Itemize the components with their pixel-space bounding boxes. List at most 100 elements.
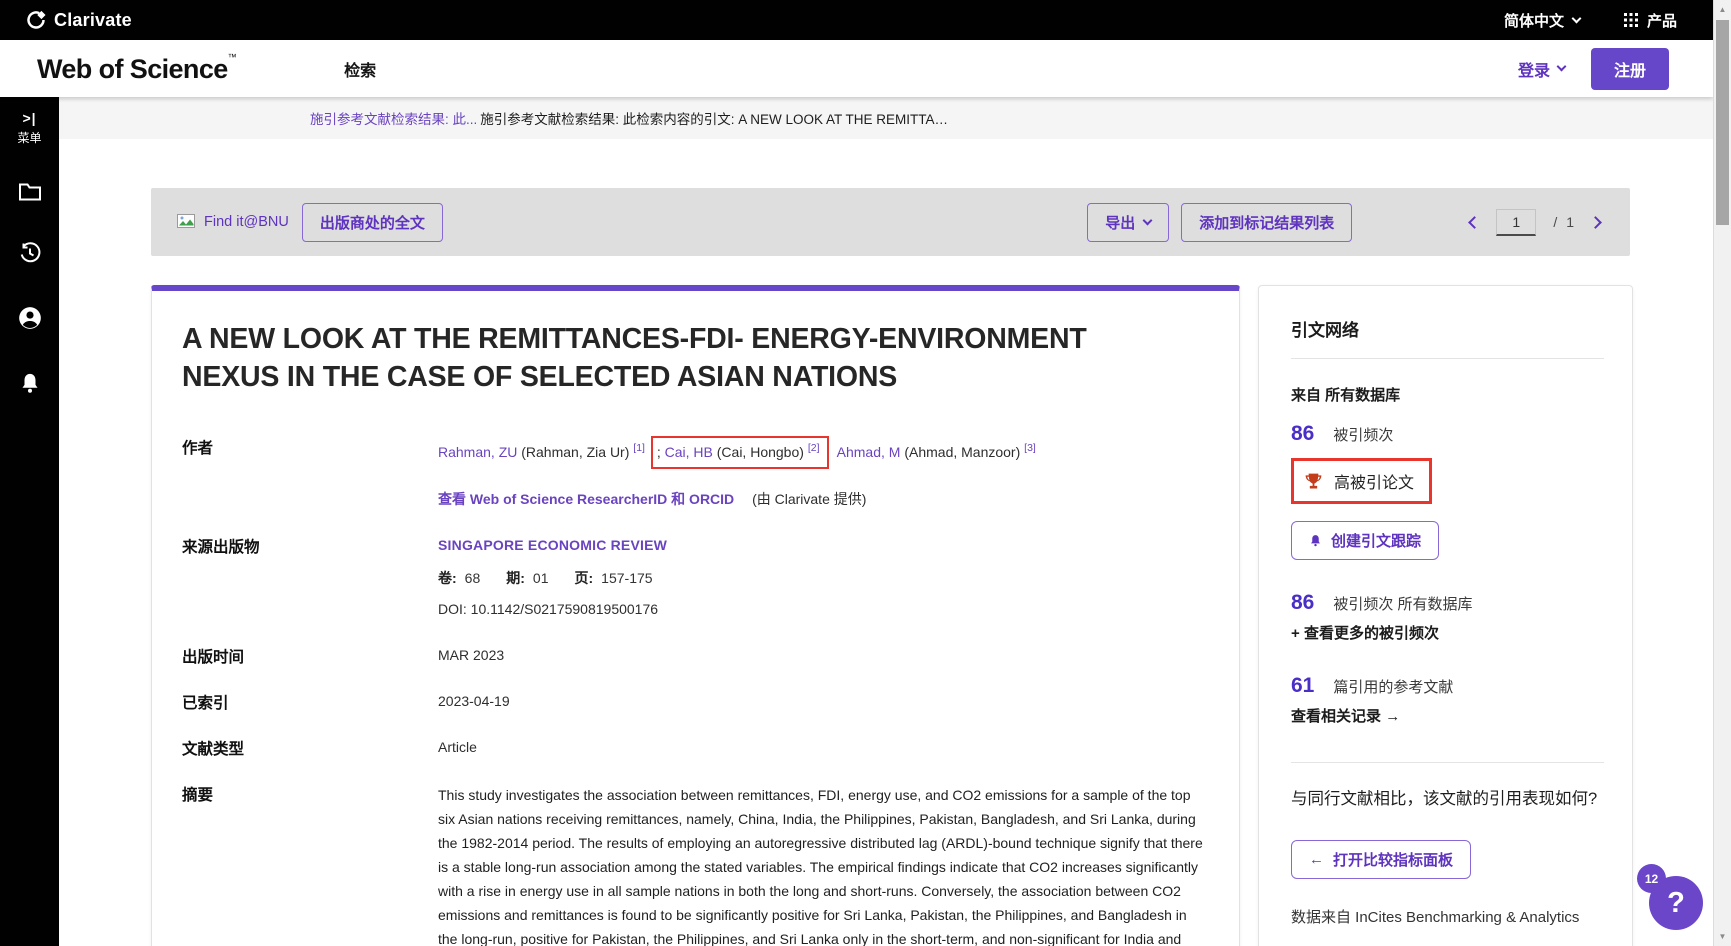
authors-row: 作者 Rahman, ZU (Rahman, Zia Ur) [1] ; Cai… (182, 436, 1203, 510)
researcher-id-note: (由 Clarivate 提供) (752, 491, 866, 507)
arrow-right-icon: → (1385, 708, 1400, 725)
cited-references-count[interactable]: 61 (1291, 674, 1314, 698)
times-cited-row: 86 被引频次 (1291, 422, 1604, 446)
export-label: 导出 (1105, 212, 1135, 233)
question-icon: ? (1667, 887, 1685, 920)
all-db-cited-row: 86 被引频次 所有数据库 (1291, 591, 1604, 615)
author-affiliation-sup[interactable]: [1] (633, 442, 645, 454)
record-toolbar: Find it@BNU 出版商处的全文 导出 添加到标记结果列表 / 1 (151, 188, 1630, 256)
chevron-down-icon (1557, 62, 1567, 72)
scrollbar-thumb[interactable] (1716, 20, 1729, 225)
doctype-value: Article (438, 737, 477, 759)
web-of-science-logo[interactable]: Web of Science™ (37, 52, 236, 85)
next-page-icon[interactable] (1589, 216, 1602, 229)
volume-issue-pages: 卷: 68 期: 01 页: 157-175 (438, 568, 671, 590)
language-selector[interactable]: 简体中文 (1504, 10, 1580, 31)
site-header: Web of Science™ 检索 登录 注册 (0, 40, 1713, 97)
related-records-link[interactable]: 查看相关记录 → (1291, 705, 1604, 726)
author-fullname: (Rahman, Zia Ur) (521, 444, 629, 460)
published-row: 出版时间 MAR 2023 (182, 645, 1203, 667)
nav-tab-search[interactable]: 检索 (344, 57, 376, 81)
vertical-scrollbar[interactable]: ▲ ▼ (1713, 0, 1731, 946)
pagination-separator: / (1553, 214, 1557, 230)
from-all-databases: 来自 所有数据库 (1291, 384, 1604, 405)
add-to-marked-list-button[interactable]: 添加到标记结果列表 (1181, 203, 1352, 242)
peer-comparison-question: 与同行文献相比，该文献的引用表现如何? (1291, 787, 1604, 813)
page-content: 施引参考文献检索结果: 此... 施引参考文献检索结果: 此检索内容的引文: A… (59, 97, 1713, 946)
divider (1291, 762, 1604, 763)
arrow-left-icon: ← (1309, 851, 1324, 868)
all-db-cited-label: 被引频次 所有数据库 (1333, 593, 1472, 614)
broken-image-icon (177, 214, 197, 230)
doi-value: 10.1142/S0217590819500176 (471, 601, 658, 617)
highlighted-author-box: ; Cai, HB (Cai, Hongbo) [2] (651, 436, 829, 469)
cited-references-row: 61 篇引用的参考文献 (1291, 674, 1604, 698)
journal-link[interactable]: SINGAPORE ECONOMIC REVIEW (438, 535, 671, 557)
clarivate-logo-icon (26, 10, 46, 30)
publisher-fulltext-button[interactable]: 出版商处的全文 (302, 203, 443, 242)
indexed-value: 2023-04-19 (438, 691, 510, 713)
login-menu[interactable]: 登录 (1518, 57, 1565, 81)
pagination: / 1 (1470, 209, 1600, 236)
source-label: 来源出版物 (182, 535, 438, 621)
author-affiliation-sup[interactable]: [3] (1024, 442, 1036, 454)
create-citation-alert-button[interactable]: 创建引文跟踪 (1291, 521, 1439, 560)
abstract-text: This study investigates the association … (438, 783, 1203, 946)
doctype-label: 文献类型 (182, 737, 438, 759)
folder-icon[interactable] (18, 181, 42, 206)
logo-text: Web of Science (37, 54, 228, 84)
researcher-id-link[interactable]: 查看 Web of Science ResearcherID 和 ORCID (438, 491, 734, 507)
help-button[interactable]: ? (1649, 876, 1703, 930)
products-menu[interactable]: 产品 (1624, 10, 1677, 31)
author-link-cai[interactable]: Cai, HB (665, 444, 713, 460)
breadcrumb-current: 施引参考文献检索结果: 此检索内容的引文: A NEW LOOK AT THE … (480, 108, 948, 128)
all-db-cited-count[interactable]: 86 (1291, 591, 1314, 615)
history-icon[interactable] (18, 241, 42, 270)
bell-icon[interactable] (19, 371, 41, 400)
clarivate-brand[interactable]: Clarivate (26, 10, 132, 31)
account-icon[interactable] (17, 305, 43, 336)
pages-value: 157-175 (601, 568, 652, 590)
pages-label: 页: (575, 568, 594, 590)
breadcrumb-back-link[interactable]: 施引参考文献检索结果: 此... (310, 108, 477, 128)
author-link-ahmad[interactable]: Ahmad, M (837, 444, 901, 460)
page-number-input[interactable] (1496, 209, 1536, 236)
trophy-icon (1303, 471, 1324, 492)
scroll-down-arrow-icon[interactable]: ▼ (1714, 932, 1731, 941)
doi-label: DOI: (438, 601, 467, 617)
export-button[interactable]: 导出 (1087, 203, 1169, 242)
scroll-up-arrow-icon[interactable]: ▲ (1714, 5, 1731, 14)
volume-value: 68 (465, 568, 481, 590)
view-more-citations-link[interactable]: + 查看更多的被引频次 (1291, 622, 1604, 643)
language-label: 简体中文 (1504, 10, 1564, 31)
indexed-row: 已索引 2023-04-19 (182, 691, 1203, 713)
doi-line: DOI: 10.1142/S0217590819500176 (438, 599, 671, 621)
register-button[interactable]: 注册 (1591, 48, 1669, 90)
author-affiliation-sup[interactable]: [2] (808, 442, 820, 454)
indexed-label: 已索引 (182, 691, 438, 713)
login-label: 登录 (1518, 57, 1550, 81)
findit-label: Find it@BNU (204, 214, 289, 230)
divider (1291, 358, 1604, 359)
chevron-down-icon (1143, 215, 1153, 225)
abstract-row: 摘要 This study investigates the associati… (182, 783, 1203, 946)
menu-label: 菜单 (17, 129, 41, 146)
authors-line: Rahman, ZU (Rahman, Zia Ur) [1] ; Cai, H… (438, 436, 1036, 469)
left-navigation-rail: >| 菜单 (0, 97, 59, 946)
previous-page-icon[interactable] (1468, 216, 1481, 229)
author-fullname: (Cai, Hongbo) (717, 444, 804, 460)
incites-data-source: 数据来自 InCites Benchmarking & Analytics (1291, 906, 1604, 927)
open-comparison-panel-button[interactable]: ← 打开比较指标面板 (1291, 840, 1471, 879)
breadcrumb: 施引参考文献检索结果: 此... 施引参考文献检索结果: 此检索内容的引文: A… (59, 97, 1713, 139)
findit-link[interactable]: Find it@BNU (177, 214, 289, 230)
trademark-symbol: ™ (228, 52, 236, 62)
products-label: 产品 (1647, 10, 1677, 31)
article-title: A NEW LOOK AT THE REMITTANCES-FDI- ENERG… (182, 321, 1122, 396)
times-cited-count[interactable]: 86 (1291, 422, 1314, 446)
author-link-rahman[interactable]: Rahman, ZU (438, 444, 517, 460)
plus-icon: + (1291, 625, 1300, 642)
top-app-bar: Clarivate 简体中文 产品 (0, 0, 1713, 40)
authors-label: 作者 (182, 436, 438, 510)
researcher-id-line: 查看 Web of Science ResearcherID 和 ORCID (… (438, 489, 1036, 511)
expand-menu-icon[interactable]: >| (17, 110, 41, 126)
